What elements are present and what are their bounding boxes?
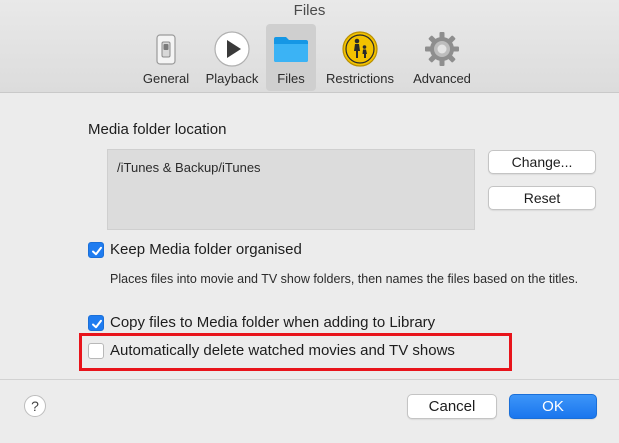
tab-general[interactable]: General (138, 24, 194, 91)
checkmark-icon (92, 319, 102, 329)
copy-files-option[interactable]: Copy files to Media folder when adding t… (88, 314, 508, 334)
footer-divider (0, 379, 619, 380)
help-button[interactable]: ? (24, 395, 46, 417)
highlight-box (79, 333, 512, 371)
media-folder-path: /iTunes & Backup/iTunes (117, 160, 261, 175)
tab-files[interactable]: Files (266, 24, 316, 91)
tab-general-label: General (142, 71, 190, 86)
folder-icon (274, 37, 308, 62)
gear-icon (425, 32, 459, 66)
keep-organised-checkbox[interactable] (88, 242, 104, 258)
media-folder-label: Media folder location (88, 121, 227, 138)
tab-files-label: Files (277, 71, 305, 86)
change-button[interactable]: Change... (488, 150, 596, 174)
keep-organised-label: Keep Media folder organised (110, 241, 302, 258)
copy-files-checkbox[interactable] (88, 315, 104, 331)
tab-restrictions-label: Restrictions (326, 71, 394, 86)
keep-organised-option[interactable]: Keep Media folder organised (88, 241, 488, 261)
tab-playback-label: Playback (205, 71, 259, 86)
copy-files-label: Copy files to Media folder when adding t… (110, 314, 436, 331)
reset-button[interactable]: Reset (488, 186, 596, 210)
ok-button[interactable]: OK (509, 394, 597, 419)
preferences-window: Files General Playback Files Restriction… (0, 0, 619, 443)
tab-advanced-label: Advanced (413, 71, 471, 86)
parental-restrictions-icon (342, 31, 378, 67)
tab-playback[interactable]: Playback (200, 24, 264, 91)
media-folder-path-box: /iTunes & Backup/iTunes (107, 149, 475, 230)
tab-advanced[interactable]: Advanced (406, 24, 478, 91)
checkmark-icon (92, 246, 102, 256)
tab-restrictions[interactable]: Restrictions (318, 24, 402, 91)
switch-icon (156, 34, 176, 65)
keep-organised-description: Places files into movie and TV show fold… (110, 272, 579, 286)
cancel-button[interactable]: Cancel (407, 394, 497, 419)
window-title: Files (293, 2, 326, 19)
toolbar: Files General Playback Files Restriction… (0, 0, 619, 93)
play-icon (214, 31, 250, 67)
